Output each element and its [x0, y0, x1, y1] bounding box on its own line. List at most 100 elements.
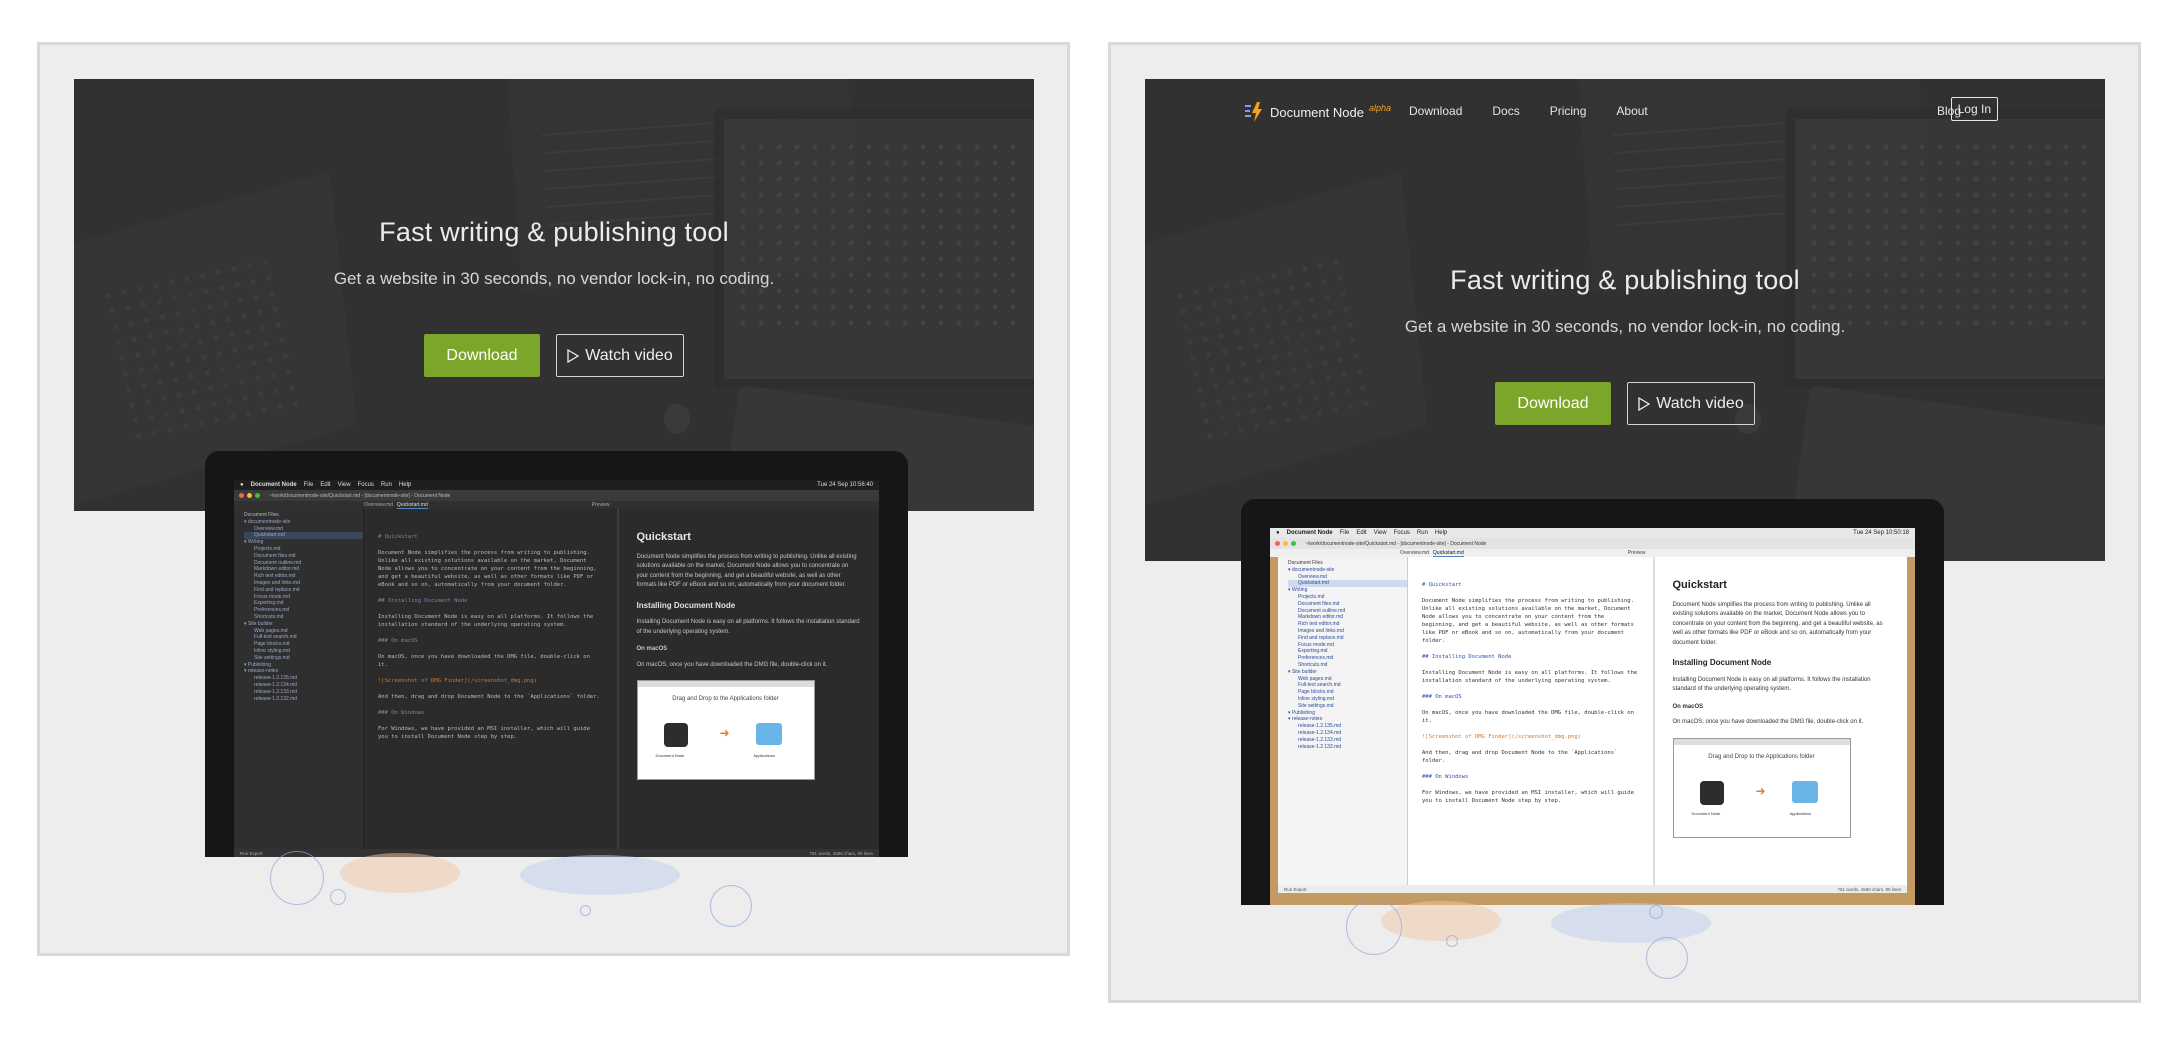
file-tree-item[interactable]: Quickstart.md	[244, 532, 363, 540]
file-tree-item[interactable]: ▾ documentnode-site	[244, 519, 363, 526]
menu-view[interactable]: View	[338, 482, 351, 488]
file-tree-item[interactable]: release-1.2.133.md	[1288, 737, 1407, 744]
file-tree-item[interactable]: Shortcuts.md	[244, 614, 363, 621]
minimize-window-icon[interactable]	[1283, 541, 1288, 546]
file-tree-item[interactable]: ▾ documentnode-site	[1288, 567, 1407, 574]
dmg-screenshot: Drag and Drop to the Applications folder…	[636, 680, 815, 780]
apple-icon: ●	[240, 482, 244, 488]
menu-run[interactable]: Run	[381, 482, 392, 488]
file-tree-item[interactable]: Document files.md	[244, 553, 363, 560]
file-tree-item[interactable]: ▾ Publishing	[244, 662, 363, 669]
menu-file[interactable]: File	[1340, 530, 1350, 536]
file-tree-item[interactable]: Site settings.md	[244, 655, 363, 662]
menu-edit[interactable]: Edit	[320, 482, 330, 488]
file-tree-item[interactable]: Images and links.md	[244, 580, 363, 587]
file-tree-item[interactable]: Inline styling.md	[244, 648, 363, 655]
nav-link-about[interactable]: About	[1616, 104, 1647, 118]
file-tree-item[interactable]: release-1.2.134.md	[244, 682, 363, 689]
file-tree-item[interactable]: Preferences.md	[1288, 655, 1407, 662]
menu-file[interactable]: File	[304, 482, 314, 488]
file-tree-item[interactable]: Page blocks.md	[244, 641, 363, 648]
file-tree-item[interactable]: Inline styling.md	[1288, 696, 1407, 703]
file-tree-item[interactable]: ▾ Writing	[244, 539, 363, 546]
menubar-clock: Tue 24 Sep 10:50:18	[1853, 530, 1909, 536]
file-tree-item[interactable]: Rich text editor.md	[1288, 621, 1407, 628]
file-tree-item[interactable]: release-1.2.134.md	[1288, 730, 1407, 737]
file-tree-item[interactable]: release-1.2.132.md	[1288, 744, 1407, 751]
file-tree-item[interactable]: ▾ Site builder	[1288, 669, 1407, 676]
file-tree-item[interactable]: Images and links.md	[1288, 628, 1407, 635]
word-count: 751 words, 4586 chars, 80 lines	[1837, 886, 1901, 892]
file-tree-item[interactable]: ▾ release-notes	[1288, 716, 1407, 723]
nav-link-docs[interactable]: Docs	[1492, 104, 1519, 118]
tab-quickstart[interactable]: Quickstart.md	[1432, 550, 1464, 557]
file-tree-list: ▾ documentnode-site Overview.md Quickstart…	[1288, 567, 1407, 751]
file-tree-item[interactable]: ▾ Site builder	[244, 621, 363, 628]
file-tree-item[interactable]: Markdown editor.md	[244, 566, 363, 573]
maximize-window-icon[interactable]	[1291, 541, 1296, 546]
close-window-icon[interactable]	[1275, 541, 1280, 546]
file-tree-item[interactable]: Projects.md	[1288, 594, 1407, 601]
file-tree-item[interactable]: Exporting.md	[1288, 648, 1407, 655]
file-tree-item[interactable]: release-1.2.132.md	[244, 696, 363, 703]
editor-paragraph: On macOS, once you have downloaded the D…	[1422, 710, 1634, 724]
file-tree-item[interactable]: ▾ Writing	[1288, 587, 1407, 594]
markdown-editor[interactable]: # Quickstart Document Node simplifies th…	[364, 509, 617, 849]
hero-title: Fast writing & publishing tool	[1450, 265, 1800, 295]
file-tree-item[interactable]: Document files.md	[1288, 601, 1407, 608]
markdown-editor[interactable]: # Quickstart Document Node simplifies th…	[1408, 557, 1653, 885]
file-tree-item[interactable]: Document outline.md	[244, 560, 363, 567]
file-tree-item[interactable]: ▾ Publishing	[1288, 710, 1407, 717]
download-button[interactable]: Download	[1495, 382, 1611, 425]
nav-link-download[interactable]: Download	[1409, 104, 1462, 118]
file-tree-item[interactable]: Web pages.md	[1288, 676, 1407, 683]
file-tree-item[interactable]: Markdown editor.md	[1288, 614, 1407, 621]
file-tree-item[interactable]: Document outline.md	[1288, 608, 1407, 615]
minimize-window-icon[interactable]	[247, 493, 252, 498]
menu-focus[interactable]: Focus	[1394, 530, 1410, 536]
menu-help[interactable]: Help	[1435, 530, 1447, 536]
file-tree-item[interactable]: release-1.2.135.md	[1288, 723, 1407, 730]
screenshot-frame-dark: Fast writing & publishing tool Get a web…	[37, 42, 1070, 956]
file-tree-item[interactable]: Find and replace.md	[1288, 635, 1407, 642]
menu-view[interactable]: View	[1374, 530, 1387, 536]
file-tree-item[interactable]: Focus mode.md	[244, 594, 363, 601]
file-tree-item[interactable]: release-1.2.133.md	[244, 689, 363, 696]
menu-focus[interactable]: Focus	[358, 482, 374, 488]
file-tree-item[interactable]: Site settings.md	[1288, 703, 1407, 710]
close-window-icon[interactable]	[239, 493, 244, 498]
file-tree-item[interactable]: Preferences.md	[244, 607, 363, 614]
window-titlebar: ~/work/documentnode-site/Quickstart.md -…	[234, 490, 879, 501]
file-tree-item[interactable]: Page blocks.md	[1288, 689, 1407, 696]
file-tree-item[interactable]: Rich text editor.md	[244, 573, 363, 580]
file-tree-item[interactable]: Focus mode.md	[1288, 642, 1407, 649]
tab-overview[interactable]: Overview.md	[1400, 550, 1429, 556]
file-tree-item[interactable]: ▾ release-notes	[244, 668, 363, 675]
watch-video-button[interactable]: Watch video	[1627, 382, 1755, 425]
tab-quickstart[interactable]: Quickstart.md	[396, 502, 428, 509]
file-tree-item[interactable]: Shortcuts.md	[1288, 662, 1407, 669]
file-tree-item[interactable]: Web pages.md	[244, 628, 363, 635]
logo[interactable]: Document Node alpha	[1243, 101, 1391, 123]
watch-video-button[interactable]: Watch video	[556, 334, 684, 377]
window-title: ~/work/documentnode-site/Quickstart.md -…	[269, 492, 451, 499]
login-button[interactable]: Log In	[1950, 97, 1998, 121]
file-tree-item[interactable]: Projects.md	[244, 546, 363, 553]
download-button[interactable]: Download	[424, 334, 540, 377]
status-left: Run Export	[1284, 886, 1307, 892]
menubar-app-name: Document Node	[1286, 530, 1333, 536]
file-tree-item[interactable]: Find and replace.md	[244, 587, 363, 594]
menu-edit[interactable]: Edit	[1356, 530, 1366, 536]
menu-help[interactable]: Help	[399, 482, 411, 488]
tab-overview[interactable]: Overview.md	[364, 502, 393, 508]
file-tree-item[interactable]: Overview.md	[244, 526, 363, 533]
file-tree-item[interactable]: Exporting.md	[244, 600, 363, 607]
menu-run[interactable]: Run	[1417, 530, 1428, 536]
maximize-window-icon[interactable]	[255, 493, 260, 498]
file-tree-item[interactable]: Full-text search.md	[244, 634, 363, 641]
file-tree-item[interactable]: Full-text search.md	[1288, 682, 1407, 689]
file-tree-item[interactable]: Quickstart.md	[1288, 580, 1407, 588]
file-tree-item[interactable]: release-1.2.135.md	[244, 675, 363, 682]
file-tree-item[interactable]: Overview.md	[1288, 574, 1407, 581]
nav-link-pricing[interactable]: Pricing	[1550, 104, 1587, 118]
